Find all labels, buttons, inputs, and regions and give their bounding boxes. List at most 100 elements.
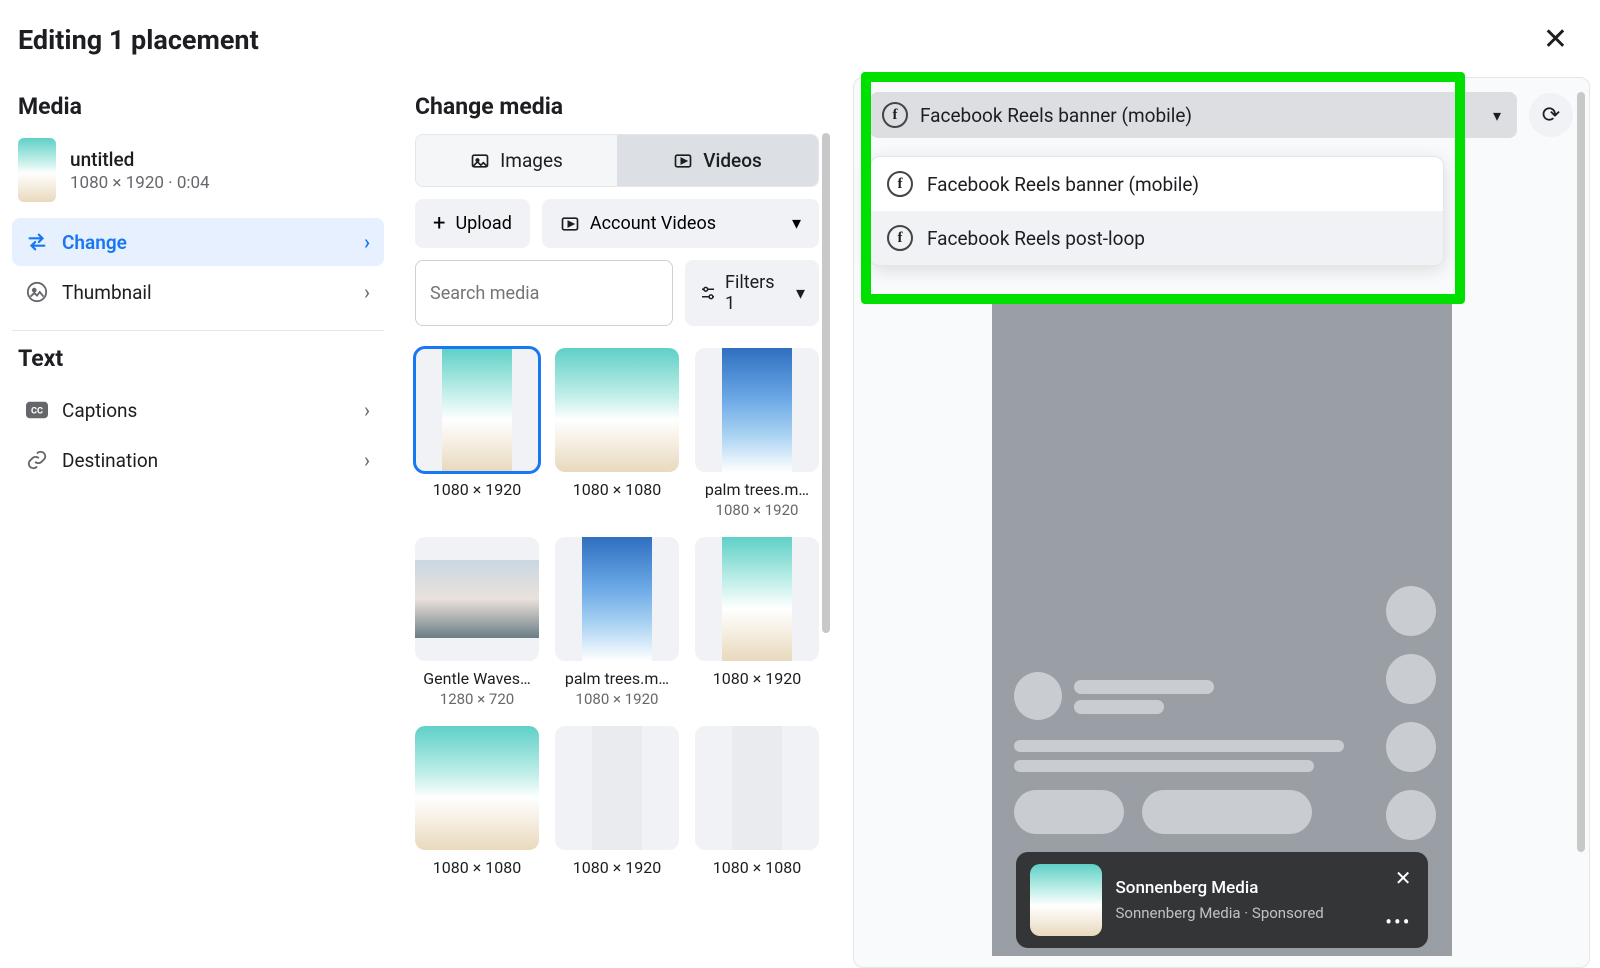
sidebar-item-destination[interactable]: Destination › <box>12 436 384 484</box>
cc-icon: CC <box>26 399 48 421</box>
plus-icon: + <box>433 211 445 236</box>
media-section-heading: Media <box>12 93 384 132</box>
media-thumbnail <box>555 726 679 850</box>
caret-down-icon: ▾ <box>792 213 801 234</box>
media-caption: 1080 × 1920 <box>695 669 819 688</box>
sidebar-item-label: Thumbnail <box>62 281 152 304</box>
page-title: Editing 1 placement <box>18 24 259 56</box>
divider <box>12 330 384 331</box>
placement-option-banner[interactable]: f Facebook Reels banner (mobile) <box>871 157 1443 211</box>
media-grid-item[interactable]: 1080 × 1080 <box>695 726 819 877</box>
sidebar-item-thumbnail[interactable]: Thumbnail › <box>12 268 384 316</box>
media-grid-item[interactable]: palm trees.m…1080 × 1920 <box>695 348 819 519</box>
media-caption: 1080 × 1920 <box>415 480 539 499</box>
tab-label: Videos <box>703 149 762 172</box>
media-dimensions: 1280 × 720 <box>415 690 539 708</box>
facebook-icon: f <box>887 171 913 197</box>
tab-label: Images <box>500 149 563 172</box>
media-grid-item[interactable]: Gentle Waves…1280 × 720 <box>415 537 539 708</box>
selected-media-name: untitled <box>70 148 210 171</box>
scrollbar[interactable] <box>1577 92 1585 852</box>
close-icon: ✕ <box>1395 866 1412 890</box>
link-icon <box>26 449 48 471</box>
images-icon <box>470 151 490 171</box>
sidebar-item-label: Change <box>62 231 127 254</box>
swap-icon <box>26 231 48 253</box>
search-media-input[interactable] <box>415 260 673 326</box>
chevron-right-icon: › <box>364 398 370 422</box>
placement-dropdown[interactable]: f Facebook Reels banner (mobile) ▾ <box>870 92 1517 138</box>
caret-down-icon: ▾ <box>1493 106 1501 125</box>
media-thumbnail <box>415 537 539 661</box>
media-type-segmented: Images Videos <box>415 134 819 187</box>
account-videos-dropdown[interactable]: Account Videos ▾ <box>542 199 819 248</box>
filters-button[interactable]: Filters 1 ▾ <box>685 260 819 326</box>
media-grid: 1080 × 1920 1080 × 1080 palm trees.m… 1080 … <box>415 348 819 877</box>
close-icon: ✕ <box>1543 22 1568 57</box>
facebook-icon: f <box>882 102 908 128</box>
preview-action-placeholder <box>1386 586 1436 636</box>
preview-button-placeholder <box>1014 790 1124 834</box>
media-thumbnail <box>695 537 819 661</box>
media-grid-item[interactable]: 1080 × 1920 <box>555 726 679 877</box>
preview-panel: f Facebook Reels banner (mobile) ▾ ⟳ f F… <box>829 69 1600 968</box>
sidebar: Media untitled 1080 × 1920 · 0:04 Change… <box>0 69 395 968</box>
media-caption: 1080 × 1080 <box>415 858 539 877</box>
chevron-right-icon: › <box>364 448 370 472</box>
refresh-button[interactable]: ⟳ <box>1529 93 1573 137</box>
upload-button[interactable]: + Upload <box>415 199 530 248</box>
chevron-right-icon: › <box>364 230 370 254</box>
filters-label: Filters 1 <box>725 272 788 314</box>
media-dimensions: 1080 × 1920 <box>555 690 679 708</box>
preview-text-placeholder <box>1074 680 1214 694</box>
preview-banner: Sonnenberg Media Sonnenberg Media · Spon… <box>1016 852 1428 948</box>
preview-action-placeholder <box>1386 790 1436 840</box>
sidebar-item-label: Destination <box>62 449 158 472</box>
placement-option-label: Facebook Reels banner (mobile) <box>927 173 1199 196</box>
media-grid-item[interactable]: 1080 × 1920 <box>415 348 539 519</box>
videos-icon <box>673 151 693 171</box>
preview-action-placeholder <box>1386 722 1436 772</box>
media-grid-item[interactable]: 1080 × 1920 <box>695 537 819 708</box>
banner-more-button[interactable]: ••• <box>1385 910 1411 934</box>
selected-media-dimensions: 1080 × 1920 · 0:04 <box>70 173 210 193</box>
media-thumbnail <box>695 348 819 472</box>
selected-media-thumbnail <box>18 138 56 202</box>
selected-media-meta: untitled 1080 × 1920 · 0:04 <box>70 148 210 193</box>
preview-action-placeholder <box>1386 654 1436 704</box>
banner-title: Sonnenberg Media <box>1116 878 1324 898</box>
media-caption: 1080 × 1080 <box>555 480 679 499</box>
more-icon: ••• <box>1385 910 1411 934</box>
close-button[interactable]: ✕ <box>1533 18 1578 61</box>
preview-text-placeholder <box>1074 700 1164 714</box>
selected-media-row[interactable]: untitled 1080 × 1920 · 0:04 <box>12 132 384 216</box>
sidebar-item-label: Captions <box>62 399 137 422</box>
media-panel: Change media Images Videos + Upload <box>395 69 829 968</box>
upload-label: Upload <box>455 213 511 234</box>
placement-option-postloop[interactable]: f Facebook Reels post-loop <box>871 211 1443 265</box>
phone-preview: Sonnenberg Media Sonnenberg Media · Spon… <box>992 296 1452 956</box>
dialog-header: Editing 1 placement ✕ <box>0 0 1600 69</box>
media-thumbnail <box>415 726 539 850</box>
preview-button-placeholder <box>1142 790 1312 834</box>
placement-selected-label: Facebook Reels banner (mobile) <box>920 104 1192 127</box>
media-thumbnail <box>695 726 819 850</box>
image-icon <box>26 281 48 303</box>
banner-thumbnail <box>1030 864 1102 936</box>
media-grid-item[interactable]: 1080 × 1080 <box>555 348 679 519</box>
text-section-heading: Text <box>12 345 384 384</box>
preview-avatar-placeholder <box>1014 672 1062 720</box>
tab-images[interactable]: Images <box>416 135 617 186</box>
banner-close-button[interactable]: ✕ <box>1395 866 1412 890</box>
media-caption: palm trees.m… <box>555 669 679 688</box>
sidebar-item-captions[interactable]: CC Captions › <box>12 386 384 434</box>
placement-option-label: Facebook Reels post-loop <box>927 227 1145 250</box>
sidebar-item-change[interactable]: Change › <box>12 218 384 266</box>
video-play-icon <box>560 214 580 234</box>
media-grid-item[interactable]: 1080 × 1080 <box>415 726 539 877</box>
media-caption: 1080 × 1920 <box>555 858 679 877</box>
media-grid-item[interactable]: palm trees.m… 1080 × 1920 <box>555 537 679 708</box>
preview-text-placeholder <box>1014 760 1314 772</box>
tab-videos[interactable]: Videos <box>617 135 818 186</box>
caret-down-icon: ▾ <box>796 283 805 304</box>
